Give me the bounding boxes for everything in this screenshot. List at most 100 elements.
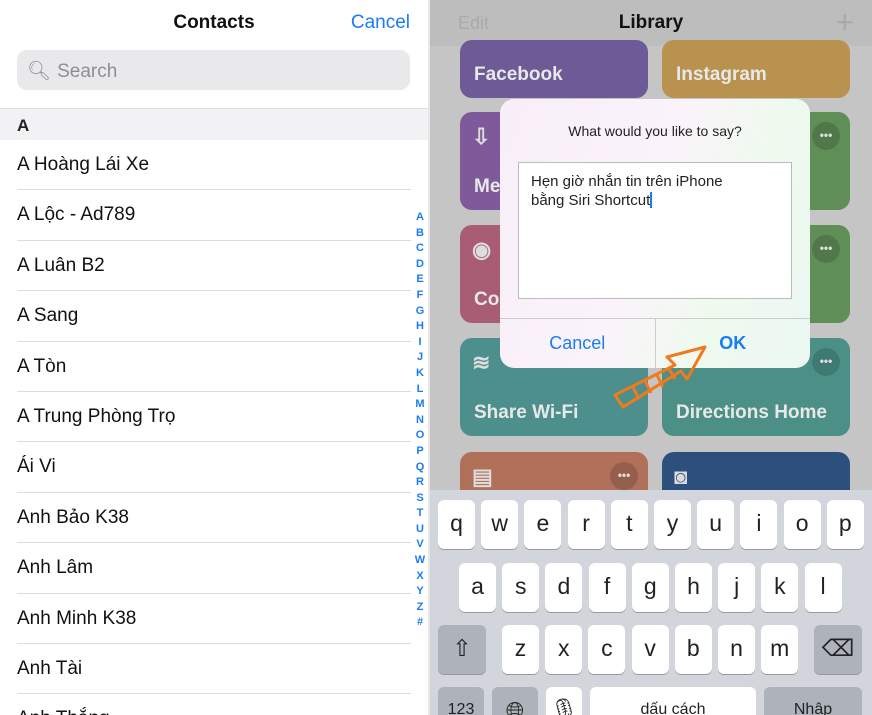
index-letter[interactable]: A: [413, 210, 427, 226]
key-n[interactable]: n: [718, 625, 755, 674]
add-icon[interactable]: +: [835, 4, 854, 41]
key-j[interactable]: j: [718, 563, 756, 612]
text-line-2: bằng Siri Shortcut: [531, 192, 651, 209]
index-letter[interactable]: Z: [413, 600, 427, 616]
numbers-key[interactable]: 123: [438, 687, 484, 715]
cancel-button[interactable]: Cancel: [351, 12, 410, 34]
index-letter[interactable]: S: [413, 491, 427, 507]
index-letter[interactable]: B: [413, 226, 427, 242]
index-letter[interactable]: U: [413, 522, 427, 538]
shortcut-icon: ⇩: [472, 124, 491, 149]
key-h[interactable]: h: [675, 563, 712, 612]
more-icon[interactable]: •••: [610, 462, 638, 490]
contact-row[interactable]: Anh Tài: [17, 644, 411, 695]
key-m[interactable]: m: [761, 625, 799, 674]
key-c[interactable]: c: [588, 625, 626, 674]
key-z[interactable]: z: [502, 625, 539, 674]
section-index[interactable]: A B C D E F G H I J K L M N O P Q R S T U V W X Y Z #: [413, 210, 427, 631]
key-w[interactable]: w: [481, 500, 519, 549]
contact-row[interactable]: Ái Vi: [17, 442, 411, 493]
key-l[interactable]: l: [804, 563, 842, 612]
keyboard: q w e r t y u i o p a s d f g h j k l ⇧ z x c v b n m ⌫ 123 🌐︎ 🎙︎ dấu c…: [430, 490, 872, 715]
shortcut-label: Share Wi-Fi: [474, 402, 579, 423]
index-letter[interactable]: I: [413, 335, 427, 351]
key-p[interactable]: p: [826, 500, 864, 549]
contact-row[interactable]: Anh Thắng: [17, 694, 411, 715]
contacts-panel: Contacts Cancel 🔍︎ Search A A Hoàng Lái X…: [0, 0, 428, 715]
text-line-1: Hẹn giờ nhắn tin trên iPhone: [531, 173, 723, 190]
contact-row[interactable]: A Sang: [17, 291, 411, 342]
contact-row[interactable]: Anh Minh K38: [17, 594, 411, 644]
key-d[interactable]: d: [545, 563, 583, 612]
shortcut-tile[interactable]: Facebook: [460, 40, 648, 98]
key-a[interactable]: a: [459, 563, 496, 612]
library-panel: Edit Library + Facebook Instagram ⇩ Me ••• ◉ C…: [430, 0, 872, 715]
index-letter[interactable]: H: [413, 319, 427, 335]
dialog-prompt: What would you like to say?: [568, 123, 742, 139]
shortcut-tile[interactable]: Instagram: [662, 40, 850, 98]
index-letter[interactable]: P: [413, 444, 427, 460]
delete-key[interactable]: ⌫: [814, 625, 862, 674]
contact-row[interactable]: Anh Lâm: [17, 543, 411, 594]
key-k[interactable]: k: [761, 563, 799, 612]
text-caret: [650, 192, 653, 208]
key-s[interactable]: s: [502, 563, 540, 612]
index-letter[interactable]: D: [413, 257, 427, 273]
index-letter[interactable]: M: [413, 397, 427, 413]
return-key[interactable]: Nhập: [764, 687, 862, 715]
shift-key[interactable]: ⇧: [438, 625, 486, 674]
more-icon[interactable]: •••: [812, 235, 840, 263]
key-t[interactable]: t: [610, 500, 648, 549]
key-v[interactable]: v: [631, 625, 669, 674]
globe-icon[interactable]: 🌐︎: [492, 687, 538, 715]
key-x[interactable]: x: [545, 625, 583, 674]
index-letter[interactable]: #: [413, 615, 427, 631]
library-title: Library: [618, 12, 684, 33]
index-letter[interactable]: L: [413, 382, 427, 398]
index-letter[interactable]: G: [413, 304, 427, 320]
space-key[interactable]: dấu cách: [590, 687, 756, 715]
shortcut-icon: ◉: [472, 237, 492, 262]
microphone-icon[interactable]: 🎙︎: [546, 687, 582, 715]
key-i[interactable]: i: [740, 500, 778, 549]
key-g[interactable]: g: [631, 563, 669, 612]
contact-row[interactable]: A Trung Phòng Trọ: [17, 392, 411, 443]
more-icon[interactable]: •••: [812, 348, 840, 376]
search-input[interactable]: 🔍︎ Search: [17, 50, 410, 90]
contact-row[interactable]: A Hoàng Lái Xe: [17, 140, 411, 191]
more-icon[interactable]: •••: [812, 122, 840, 150]
contact-row[interactable]: Anh Bảo K38: [17, 493, 411, 544]
section-header: A: [0, 108, 428, 140]
index-letter[interactable]: X: [413, 569, 427, 585]
index-letter[interactable]: K: [413, 366, 427, 382]
key-r[interactable]: r: [567, 500, 605, 549]
shortcut-label: Facebook: [474, 64, 563, 85]
dialog-text-input[interactable]: Hẹn giờ nhắn tin trên iPhone bằng Siri S…: [518, 162, 792, 299]
index-letter[interactable]: J: [413, 350, 427, 366]
contact-row[interactable]: A Tòn: [17, 342, 411, 392]
index-letter[interactable]: E: [413, 272, 427, 288]
index-letter[interactable]: O: [413, 428, 427, 444]
key-y[interactable]: y: [654, 500, 691, 549]
index-letter[interactable]: T: [413, 506, 427, 522]
index-letter[interactable]: R: [413, 475, 427, 491]
key-f[interactable]: f: [588, 563, 626, 612]
index-letter[interactable]: Y: [413, 584, 427, 600]
key-o[interactable]: o: [783, 500, 821, 549]
key-b[interactable]: b: [674, 625, 712, 674]
contact-row[interactable]: A Luân B2: [17, 241, 411, 292]
index-letter[interactable]: W: [413, 553, 427, 569]
contact-row[interactable]: A Lộc - Ad789: [17, 190, 411, 241]
index-letter[interactable]: C: [413, 241, 427, 257]
key-q[interactable]: q: [438, 500, 475, 549]
index-letter[interactable]: Q: [413, 460, 427, 476]
index-letter[interactable]: V: [413, 537, 427, 553]
index-letter[interactable]: N: [413, 413, 427, 429]
key-u[interactable]: u: [697, 500, 735, 549]
shortcut-label: Instagram: [676, 64, 767, 85]
index-letter[interactable]: F: [413, 288, 427, 304]
shortcut-icon: ▤: [472, 464, 493, 489]
shortcut-label: Me: [474, 176, 501, 197]
key-e[interactable]: e: [524, 500, 562, 549]
shortcut-label: Co: [474, 289, 500, 310]
